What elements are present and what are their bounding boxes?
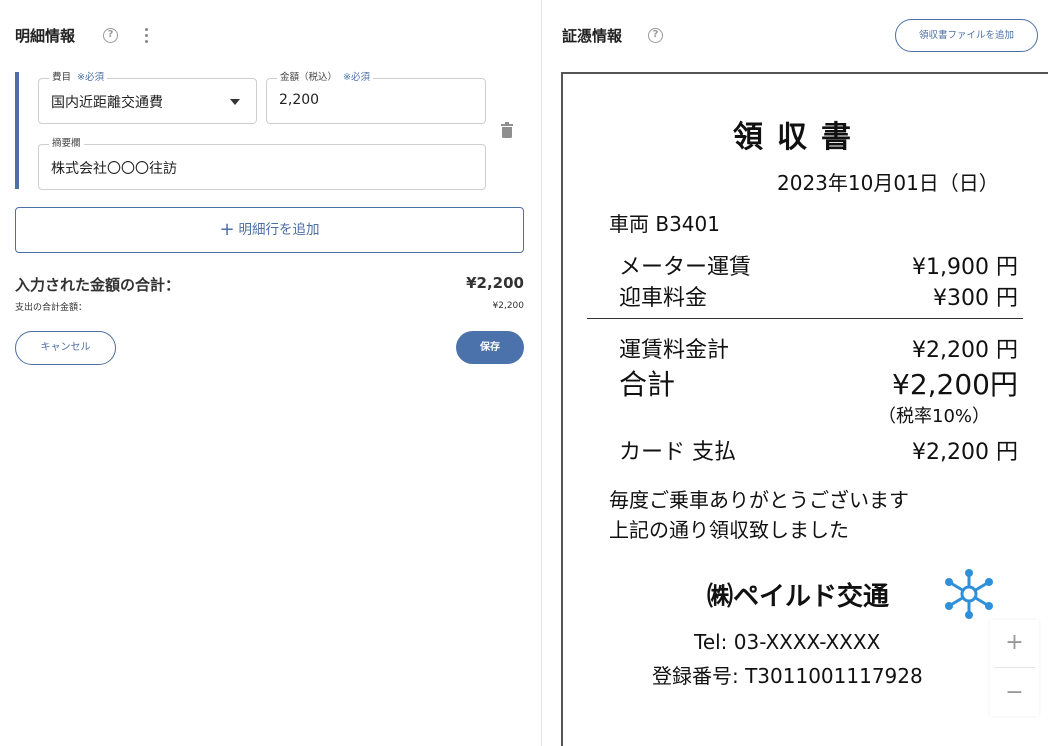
receipt-fare-total-value: ¥2,200 円 [912, 338, 1018, 363]
cancel-button[interactable]: キャンセル [15, 331, 116, 365]
category-label-text: 費目 [52, 72, 72, 83]
receipt-thanks-line-2: 上記の通り領収致しました [609, 518, 849, 542]
add-row-label: 明細行を追加 [238, 222, 320, 238]
category-select[interactable]: 費目 ※必須 国内近距離交通費 [38, 72, 257, 124]
add-receipt-file-button[interactable]: 領収書ファイルを追加 [895, 19, 1038, 52]
receipt-vehicle: 車両 B3401 [609, 212, 720, 236]
entered-total-value: ¥2,200 [466, 274, 524, 292]
receipt-company-name: ㈱ペイルド交通 [707, 582, 890, 612]
receipt-fare-total-label: 運賃料金計 [619, 338, 730, 363]
receipt-pickup-label: 迎車料金 [619, 286, 708, 311]
memo-field[interactable]: 摘要欄 株式会社〇〇〇往訪 [38, 138, 486, 190]
receipt-title: 領収書 [733, 120, 865, 155]
help-icon[interactable]: ? [103, 28, 118, 43]
zoom-separator [994, 667, 1035, 668]
receipt-preview: 領収書 2023年10月01日（日） 車両 B3401 メーター運賃 ¥1,90… [561, 72, 1048, 746]
receipt-registration-number: 登録番号: T3011001117928 [652, 664, 923, 688]
receipt-meter-value: ¥1,900 円 [912, 255, 1018, 280]
receipt-divider [587, 318, 1023, 319]
memo-value: 株式会社〇〇〇往訪 [51, 161, 177, 177]
amount-required-mark: ※必須 [343, 72, 370, 83]
category-value: 国内近距離交通費 [51, 95, 163, 111]
receipt-thanks-line-1: 毎度ご乗車ありがとうございます [609, 488, 909, 512]
trash-can [502, 127, 512, 138]
add-row-button[interactable]: + 明細行を追加 [15, 207, 524, 253]
amount-field[interactable]: 金額（税込） ※必須 2,200 [266, 72, 486, 124]
category-field-label: 費目 ※必須 [49, 72, 107, 84]
receipt-pickup-value: ¥300 円 [933, 286, 1018, 311]
receipt-total-value: ¥2,200円 [892, 368, 1018, 401]
receipt-card-value: ¥2,200 円 [912, 440, 1018, 465]
zoom-out-icon[interactable]: − [990, 670, 1039, 716]
amount-field-label: 金額（税込） ※必須 [277, 72, 373, 84]
detail-row-indicator [15, 72, 19, 189]
amount-value: 2,200 [279, 92, 320, 108]
expense-total-value: ¥2,200 [492, 301, 525, 311]
kebab-menu-icon[interactable] [145, 28, 149, 44]
dropdown-caret-icon[interactable] [230, 99, 240, 105]
receipt-tax-note: （税率10%） [878, 406, 991, 427]
memo-field-label: 摘要欄 [49, 138, 84, 150]
zoom-control: + − [990, 620, 1039, 716]
detail-pane: 明細情報 ? 費目 ※必須 国内近距離交通費 金額（税込） ※必須 2,200 摘要… [0, 0, 541, 746]
category-required-mark: ※必須 [77, 72, 104, 83]
amount-label-text: 金額（税込） [280, 72, 338, 83]
receipt-meter-label: メーター運賃 [619, 255, 752, 280]
save-button[interactable]: 保存 [456, 331, 524, 364]
plus-icon: + [219, 219, 235, 240]
receipt-tel: Tel: 03-XXXX-XXXX [694, 630, 881, 654]
trash-lid [501, 122, 513, 126]
evidence-section-title: 証憑情報 [562, 27, 623, 45]
expense-total-label: 支出の合計金額： [15, 303, 88, 313]
detail-section-title: 明細情報 [15, 27, 76, 45]
trash-icon[interactable] [501, 122, 513, 138]
help-icon[interactable]: ? [648, 28, 663, 43]
zoom-in-icon[interactable]: + [990, 620, 1039, 666]
evidence-pane: 証憑情報 ? 領収書ファイルを追加 領収書 2023年10月01日（日） 車両 … [542, 0, 1048, 746]
entered-total-label: 入力された金額の合計： [15, 276, 181, 294]
receipt-date: 2023年10月01日（日） [777, 171, 999, 195]
receipt-total-label: 合計 [619, 368, 676, 401]
receipt-card-label: カード 支払 [619, 440, 736, 465]
hub-logo-icon [945, 569, 993, 619]
